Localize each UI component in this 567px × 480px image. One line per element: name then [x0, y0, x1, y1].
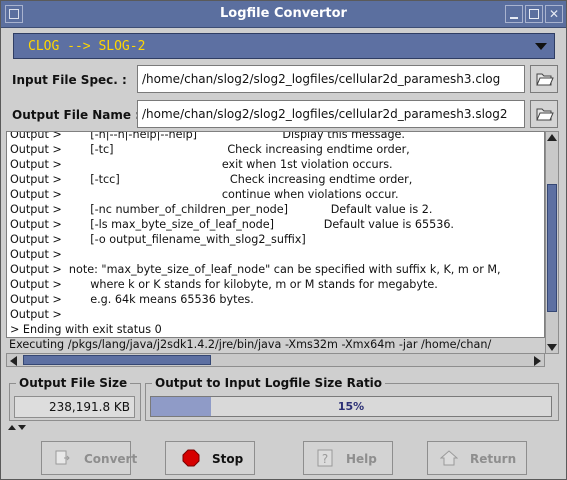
log-line: > Ending with exit status 0: [10, 323, 162, 336]
log-line: Output > [-tc] Check increasing endtime …: [10, 143, 410, 156]
chevron-down-icon[interactable]: [535, 43, 547, 50]
log-line: Output > note: "max_byte_size_of_leaf_no…: [10, 263, 501, 276]
output-size-label: Output File Size: [16, 376, 131, 390]
log-line: Output > continue when violations occur.: [10, 188, 399, 201]
folder-open-icon: [536, 73, 554, 86]
ratio-progress-text: 15%: [337, 400, 365, 413]
log-line: Output > [-nc number_of_children_per_nod…: [10, 203, 433, 216]
home-icon: [440, 450, 458, 466]
stop-icon: [182, 449, 200, 467]
log-line: Output > exit when 1st violation occurs.: [10, 158, 393, 171]
ratio-label: Output to Input Logfile Size Ratio: [152, 376, 386, 390]
help-label: Help: [346, 452, 377, 466]
close-button[interactable]: ✕: [545, 5, 563, 23]
window-title: Logfile Convertor: [220, 6, 347, 21]
output-browse-button[interactable]: [530, 100, 558, 128]
scroll-up-icon[interactable]: [547, 134, 557, 141]
convert-label: Convert: [84, 452, 138, 466]
input-browse-button[interactable]: [530, 65, 558, 93]
conversion-selector[interactable]: CLOG --> SLOG-2: [13, 33, 555, 59]
title-bar[interactable]: Logfile Convertor ✕: [1, 1, 566, 28]
scroll-down-icon[interactable]: [547, 344, 557, 351]
conversion-selected: CLOG --> SLOG-2: [28, 39, 146, 54]
log-line: Output > where k or K stands for kilobyt…: [10, 278, 438, 291]
log-lines: Output > [-h|--h|-help|--help] Display t…: [7, 131, 544, 337]
log-horizontal-scrollbar[interactable]: [6, 353, 545, 367]
stop-button[interactable]: Stop: [165, 441, 255, 475]
output-file-field[interactable]: /home/chan/slog2/slog2_logfiles/cellular…: [137, 100, 525, 128]
log-line: Output > [-h|--h|-help|--help] Display t…: [10, 131, 405, 141]
input-file-label: Input File Spec. :: [12, 73, 127, 87]
scroll-left-icon[interactable]: [10, 356, 17, 366]
log-line: Output > [-ls max_byte_size_of_leaf_node…: [10, 218, 454, 231]
log-line: Output >: [10, 308, 62, 321]
log-vertical-scrollbar[interactable]: [545, 131, 559, 354]
svg-text:?: ?: [322, 452, 328, 466]
scroll-thumb[interactable]: [23, 355, 211, 365]
scroll-thumb[interactable]: [547, 184, 557, 312]
log-line: Output > [-o output_filename_with_slog2_…: [10, 233, 306, 246]
log-exec-line: Executing /pkgs/lang/java/j2sdk1.4.2/jre…: [9, 338, 492, 351]
ratio-progress-bar: 15%: [150, 396, 552, 417]
output-file-label: Output File Name :: [12, 108, 141, 122]
convert-button[interactable]: Convert: [41, 441, 137, 475]
minimize-button[interactable]: [505, 5, 523, 23]
input-file-field[interactable]: /home/chan/slog2/slog2_logfiles/cellular…: [137, 65, 525, 93]
maximize-button[interactable]: [525, 5, 543, 23]
log-line: Output > e.g. 64k means 65536 bytes.: [10, 293, 254, 306]
help-button[interactable]: ? Help: [303, 441, 393, 475]
output-size-group: Output File Size 238,191.8 KB: [9, 376, 141, 421]
output-size-value: 238,191.8 KB: [14, 396, 135, 418]
stop-label: Stop: [212, 452, 244, 466]
split-pane-divider[interactable]: [8, 425, 28, 433]
log-output-area[interactable]: Output > [-h|--h|-help|--help] Display t…: [6, 131, 545, 338]
ratio-group: Output to Input Logfile Size Ratio 15%: [145, 376, 559, 421]
logfile-convertor-window: Logfile Convertor ✕ CLOG --> SLOG-2 Inpu…: [0, 0, 567, 480]
collapse-up-icon[interactable]: [8, 425, 16, 430]
return-label: Return: [470, 452, 517, 466]
collapse-down-icon[interactable]: [18, 425, 26, 430]
log-line: Output >: [10, 248, 62, 261]
help-icon: ?: [317, 449, 333, 467]
convert-icon: [55, 450, 70, 465]
scroll-right-icon[interactable]: [534, 356, 541, 366]
return-button[interactable]: Return: [427, 441, 527, 475]
log-line: Output > [-tcc] Check increasing endtime…: [10, 173, 413, 186]
folder-open-icon: [536, 108, 554, 121]
